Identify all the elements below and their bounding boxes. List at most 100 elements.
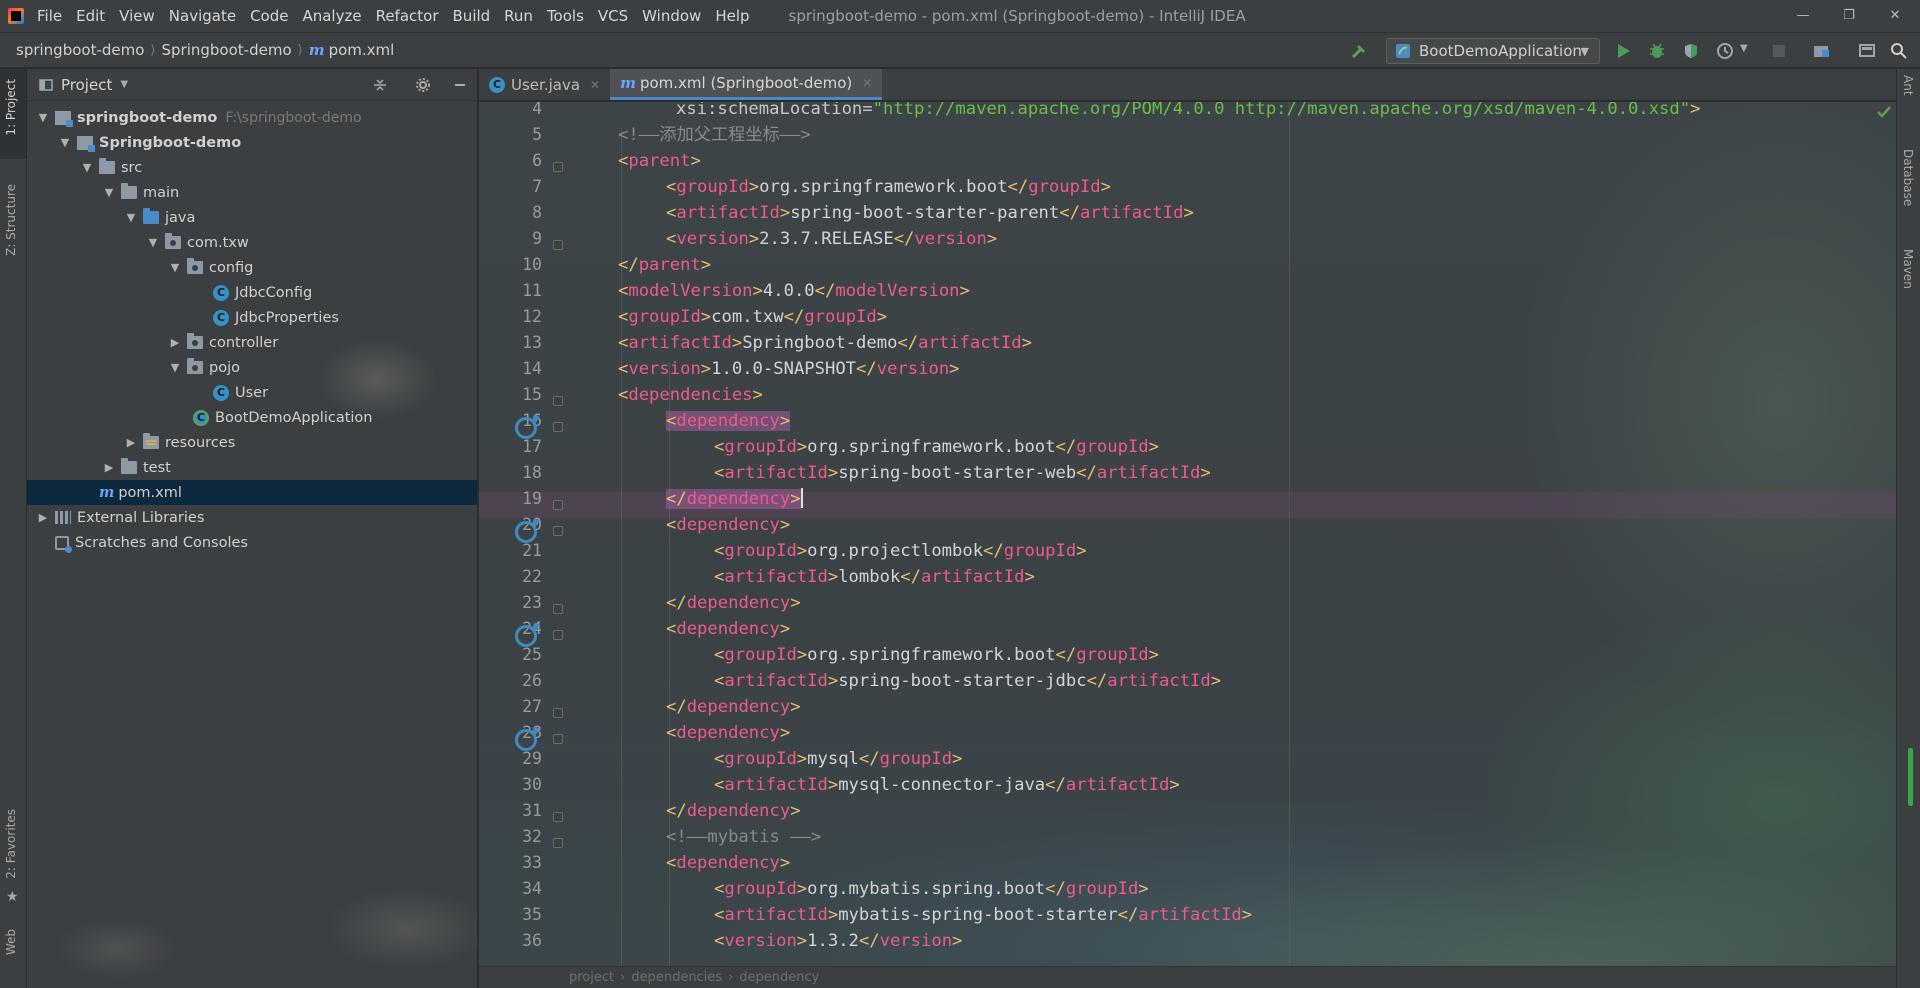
- expanded-arrow-icon[interactable]: ▼: [167, 361, 183, 374]
- menu-code[interactable]: Code: [243, 0, 295, 32]
- fold-marker-icon[interactable]: [553, 396, 563, 406]
- breadcrumb-file[interactable]: m pom.xml: [309, 41, 395, 59]
- collapsed-arrow-icon[interactable]: ▶: [167, 336, 183, 349]
- tab-user-java[interactable]: C User.java ✕: [479, 69, 610, 100]
- stop-icon[interactable]: [1770, 42, 1788, 60]
- tree-item-package-config[interactable]: ▼ config: [27, 255, 477, 280]
- build-hammer-icon[interactable]: [1350, 42, 1368, 60]
- debug-icon[interactable]: [1648, 42, 1666, 60]
- menu-build[interactable]: Build: [446, 0, 498, 32]
- menu-refactor[interactable]: Refactor: [369, 0, 446, 32]
- close-window-button[interactable]: ✕: [1872, 0, 1918, 30]
- close-icon[interactable]: ✕: [862, 76, 872, 90]
- collapsed-arrow-icon[interactable]: ▶: [101, 461, 117, 474]
- tree-item-class-user[interactable]: C User: [27, 380, 477, 405]
- tree-item-class-bootdemoapplication[interactable]: C BootDemoApplication: [27, 405, 477, 430]
- gear-icon[interactable]: [415, 77, 431, 93]
- tree-item-project-root[interactable]: ▼ springboot-demo F:\springboot-demo: [27, 105, 477, 130]
- tab-pom-xml[interactable]: m pom.xml (Springboot-demo) ✕: [610, 69, 883, 100]
- fold-marker-icon[interactable]: [553, 162, 563, 172]
- tool-tab-favorites[interactable]: 2: Favorites: [4, 809, 18, 879]
- editor-crumb-dependencies[interactable]: dependencies: [631, 970, 722, 985]
- breadcrumb-module[interactable]: Springboot-demo: [162, 41, 292, 59]
- more-run-chevron-icon[interactable]: ▼: [1740, 43, 1748, 54]
- fold-marker-icon[interactable]: [553, 240, 563, 250]
- fold-marker-icon[interactable]: [553, 422, 563, 432]
- minimize-button[interactable]: —: [1780, 0, 1826, 30]
- menu-file[interactable]: File: [30, 0, 69, 32]
- menu-window[interactable]: Window: [635, 0, 708, 32]
- restore-button[interactable]: ❐: [1826, 0, 1872, 30]
- profiler-icon[interactable]: [1716, 42, 1734, 60]
- expanded-arrow-icon[interactable]: ▼: [101, 186, 117, 199]
- search-icon[interactable]: [1890, 42, 1908, 60]
- fold-marker-icon[interactable]: [553, 838, 563, 848]
- tree-item-pom-xml[interactable]: m pom.xml: [27, 480, 477, 505]
- tree-item-package-com-txw[interactable]: ▼ com.txw: [27, 230, 477, 255]
- collapse-all-icon[interactable]: [372, 77, 388, 93]
- expanded-arrow-icon[interactable]: ▼: [35, 111, 51, 124]
- expanded-arrow-icon[interactable]: ▼: [123, 211, 139, 224]
- tree-item-scratches[interactable]: Scratches and Consoles: [27, 530, 477, 555]
- menu-edit[interactable]: Edit: [69, 0, 112, 32]
- run-icon[interactable]: [1614, 42, 1632, 60]
- tree-item-resources[interactable]: ▶ resources: [27, 430, 477, 455]
- tree-item-test[interactable]: ▶ test: [27, 455, 477, 480]
- chevron-down-icon[interactable]: ▼: [120, 79, 128, 90]
- fold-marker-icon[interactable]: [553, 604, 563, 614]
- expanded-arrow-icon[interactable]: ▼: [145, 236, 161, 249]
- tree-item-main[interactable]: ▼ main: [27, 180, 477, 205]
- code-line-27: </dependency>: [666, 697, 801, 717]
- tree-item-external-libraries[interactable]: ▶ External Libraries: [27, 505, 477, 530]
- expanded-arrow-icon[interactable]: ▼: [167, 261, 183, 274]
- tool-tab-project[interactable]: 1: Project: [4, 79, 18, 136]
- line-number: 15: [522, 385, 542, 404]
- scrollbar-thumb[interactable]: [1908, 748, 1913, 806]
- fold-marker-icon[interactable]: [553, 812, 563, 822]
- coverage-icon[interactable]: [1682, 42, 1700, 60]
- run-configuration-select[interactable]: BootDemoApplication ▼: [1386, 38, 1600, 64]
- tool-tab-web[interactable]: Web: [4, 929, 18, 955]
- hide-panel-icon[interactable]: [453, 78, 467, 92]
- editor-crumb-project[interactable]: project: [569, 970, 614, 985]
- fold-marker-icon[interactable]: [553, 526, 563, 536]
- tool-tab-structure[interactable]: Z: Structure: [4, 184, 18, 256]
- maven-dependency-icon[interactable]: [515, 625, 537, 647]
- maven-dependency-icon[interactable]: [515, 521, 537, 543]
- menu-help[interactable]: Help: [708, 0, 756, 32]
- project-structure-icon[interactable]: [1812, 42, 1830, 60]
- maven-dependency-icon[interactable]: [515, 417, 537, 439]
- presentation-icon[interactable]: [1858, 42, 1876, 60]
- expanded-arrow-icon[interactable]: ▼: [79, 161, 95, 174]
- fold-marker-icon[interactable]: [553, 708, 563, 718]
- tool-tab-database[interactable]: Database: [1901, 149, 1915, 206]
- tree-item-module[interactable]: ▼ Springboot-demo: [27, 130, 477, 155]
- maven-dependency-icon[interactable]: [515, 729, 537, 751]
- tree-item-package-pojo[interactable]: ▼ pojo: [27, 355, 477, 380]
- editor-crumb-dependency[interactable]: dependency: [739, 970, 819, 985]
- expanded-arrow-icon[interactable]: ▼: [57, 136, 73, 149]
- menu-analyze[interactable]: Analyze: [295, 0, 368, 32]
- code-editor[interactable]: 4 5 6 7 8 9 10 11 12 13 14 15 16 17 18 1…: [479, 102, 1896, 968]
- menu-run[interactable]: Run: [497, 0, 540, 32]
- menu-tools[interactable]: Tools: [540, 0, 591, 32]
- fold-marker-icon[interactable]: [553, 500, 563, 510]
- inspection-ok-icon[interactable]: [1876, 104, 1892, 120]
- collapsed-arrow-icon[interactable]: ▶: [35, 511, 51, 524]
- collapsed-arrow-icon[interactable]: ▶: [123, 436, 139, 449]
- tree-item-java[interactable]: ▼ java: [27, 205, 477, 230]
- breadcrumb-project[interactable]: springboot-demo: [16, 41, 144, 59]
- tree-item-class-jdbcproperties[interactable]: C JdbcProperties: [27, 305, 477, 330]
- menu-vcs[interactable]: VCS: [591, 0, 635, 32]
- tool-tab-maven[interactable]: Maven: [1901, 249, 1915, 289]
- close-icon[interactable]: ✕: [590, 78, 600, 92]
- menu-navigate[interactable]: Navigate: [162, 0, 243, 32]
- tree-item-package-controller[interactable]: ▶ controller: [27, 330, 477, 355]
- project-panel-title[interactable]: Project: [61, 76, 112, 94]
- fold-marker-icon[interactable]: [553, 630, 563, 640]
- tree-item-src[interactable]: ▼ src: [27, 155, 477, 180]
- tree-item-class-jdbcconfig[interactable]: C JdbcConfig: [27, 280, 477, 305]
- menu-view[interactable]: View: [112, 0, 162, 32]
- tool-tab-ant[interactable]: Ant: [1901, 75, 1915, 96]
- fold-marker-icon[interactable]: [553, 734, 563, 744]
